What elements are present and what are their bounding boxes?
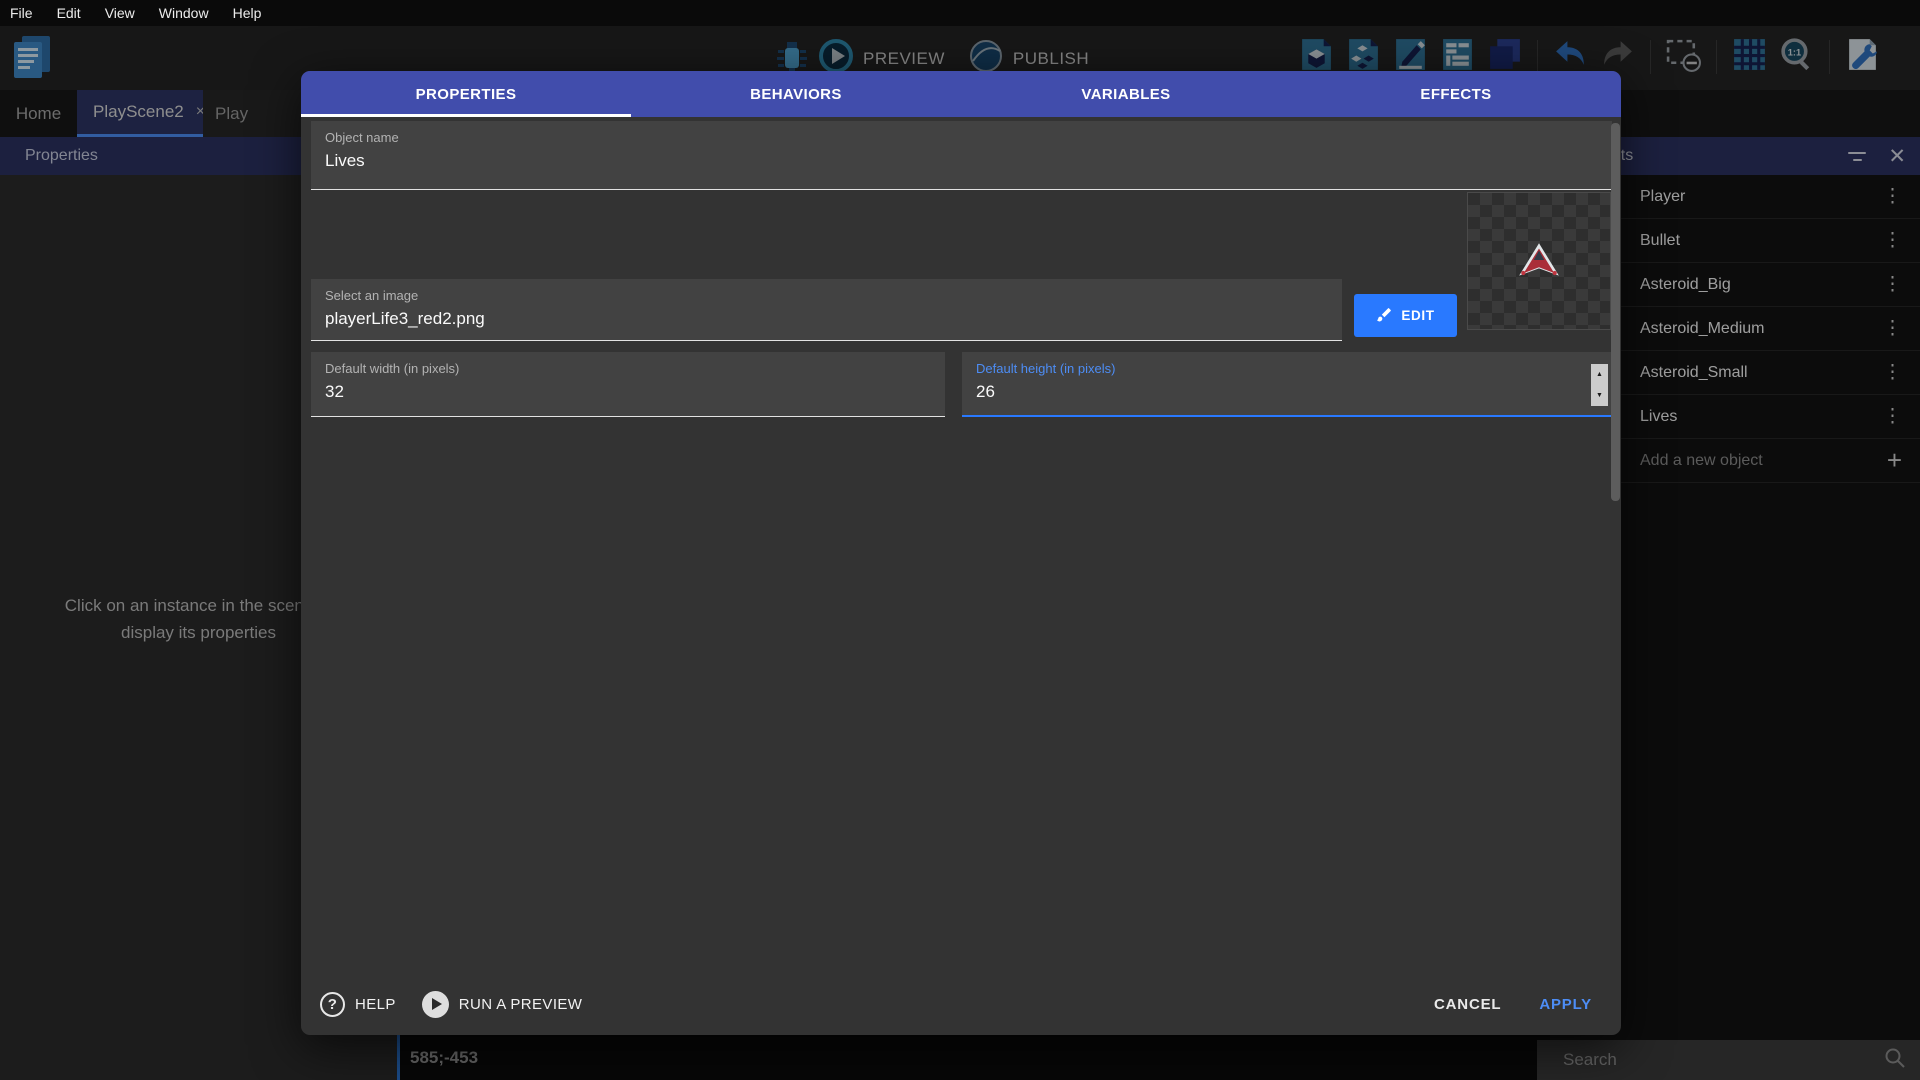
default-height-label: Default height (in pixels): [976, 361, 1115, 376]
number-spinner: ▲ ▼: [1591, 364, 1608, 406]
ship-sprite: [1516, 240, 1562, 282]
menu-file[interactable]: File: [0, 0, 45, 26]
image-select-label: Select an image: [325, 288, 418, 303]
help-label: HELP: [355, 996, 396, 1013]
dialog-scrollbar[interactable]: [1611, 123, 1620, 501]
object-name-input[interactable]: [325, 151, 1586, 171]
menu-help[interactable]: Help: [221, 0, 274, 26]
tab-effects-label: EFFECTS: [1420, 86, 1491, 103]
menu-edit[interactable]: Edit: [45, 0, 93, 26]
tab-properties[interactable]: PROPERTIES: [301, 71, 631, 117]
edit-button-label: EDIT: [1401, 308, 1434, 323]
default-height-field: Default height (in pixels) ▲ ▼: [962, 352, 1611, 417]
menu-bar: File Edit View Window Help: [0, 0, 1920, 26]
menu-window[interactable]: Window: [147, 0, 221, 26]
default-width-label: Default width (in pixels): [325, 361, 459, 376]
tab-effects[interactable]: EFFECTS: [1291, 71, 1621, 117]
image-select-field: Select an image: [311, 279, 1342, 341]
brush-icon: [1376, 306, 1393, 326]
tab-behaviors-label: BEHAVIORS: [750, 86, 842, 103]
run-preview-label: RUN A PREVIEW: [459, 996, 583, 1013]
menu-view[interactable]: View: [93, 0, 147, 26]
default-width-field: Default width (in pixels): [311, 352, 945, 417]
run-preview-button[interactable]: RUN A PREVIEW: [422, 991, 583, 1018]
default-width-input[interactable]: [325, 382, 919, 402]
tab-behaviors[interactable]: BEHAVIORS: [631, 71, 961, 117]
apply-button[interactable]: APPLY: [1539, 996, 1592, 1013]
help-icon: ?: [320, 992, 345, 1017]
cancel-button[interactable]: CANCEL: [1434, 996, 1501, 1013]
tab-variables-label: VARIABLES: [1081, 86, 1170, 103]
image-name-input[interactable]: [325, 309, 1316, 329]
play-icon: [422, 991, 449, 1018]
spinner-up-icon[interactable]: ▲: [1591, 364, 1608, 385]
edit-image-button[interactable]: EDIT: [1354, 294, 1457, 337]
object-name-field: Object name: [311, 121, 1612, 190]
sprite-thumbnail[interactable]: [1467, 192, 1611, 330]
tab-properties-label: PROPERTIES: [416, 86, 517, 103]
help-button[interactable]: ? HELP: [320, 992, 396, 1017]
dialog-footer: ? HELP RUN A PREVIEW CANCEL APPLY: [301, 986, 1621, 1022]
tab-variables[interactable]: VARIABLES: [961, 71, 1291, 117]
object-properties-dialog: PROPERTIES BEHAVIORS VARIABLES EFFECTS O…: [301, 71, 1621, 1035]
spinner-down-icon[interactable]: ▼: [1591, 385, 1608, 406]
gdevelop-app: File Edit View Window Help: [0, 0, 1920, 1080]
dialog-tab-bar: PROPERTIES BEHAVIORS VARIABLES EFFECTS: [301, 71, 1621, 117]
object-name-label: Object name: [325, 130, 399, 145]
default-height-input[interactable]: [976, 382, 1585, 402]
